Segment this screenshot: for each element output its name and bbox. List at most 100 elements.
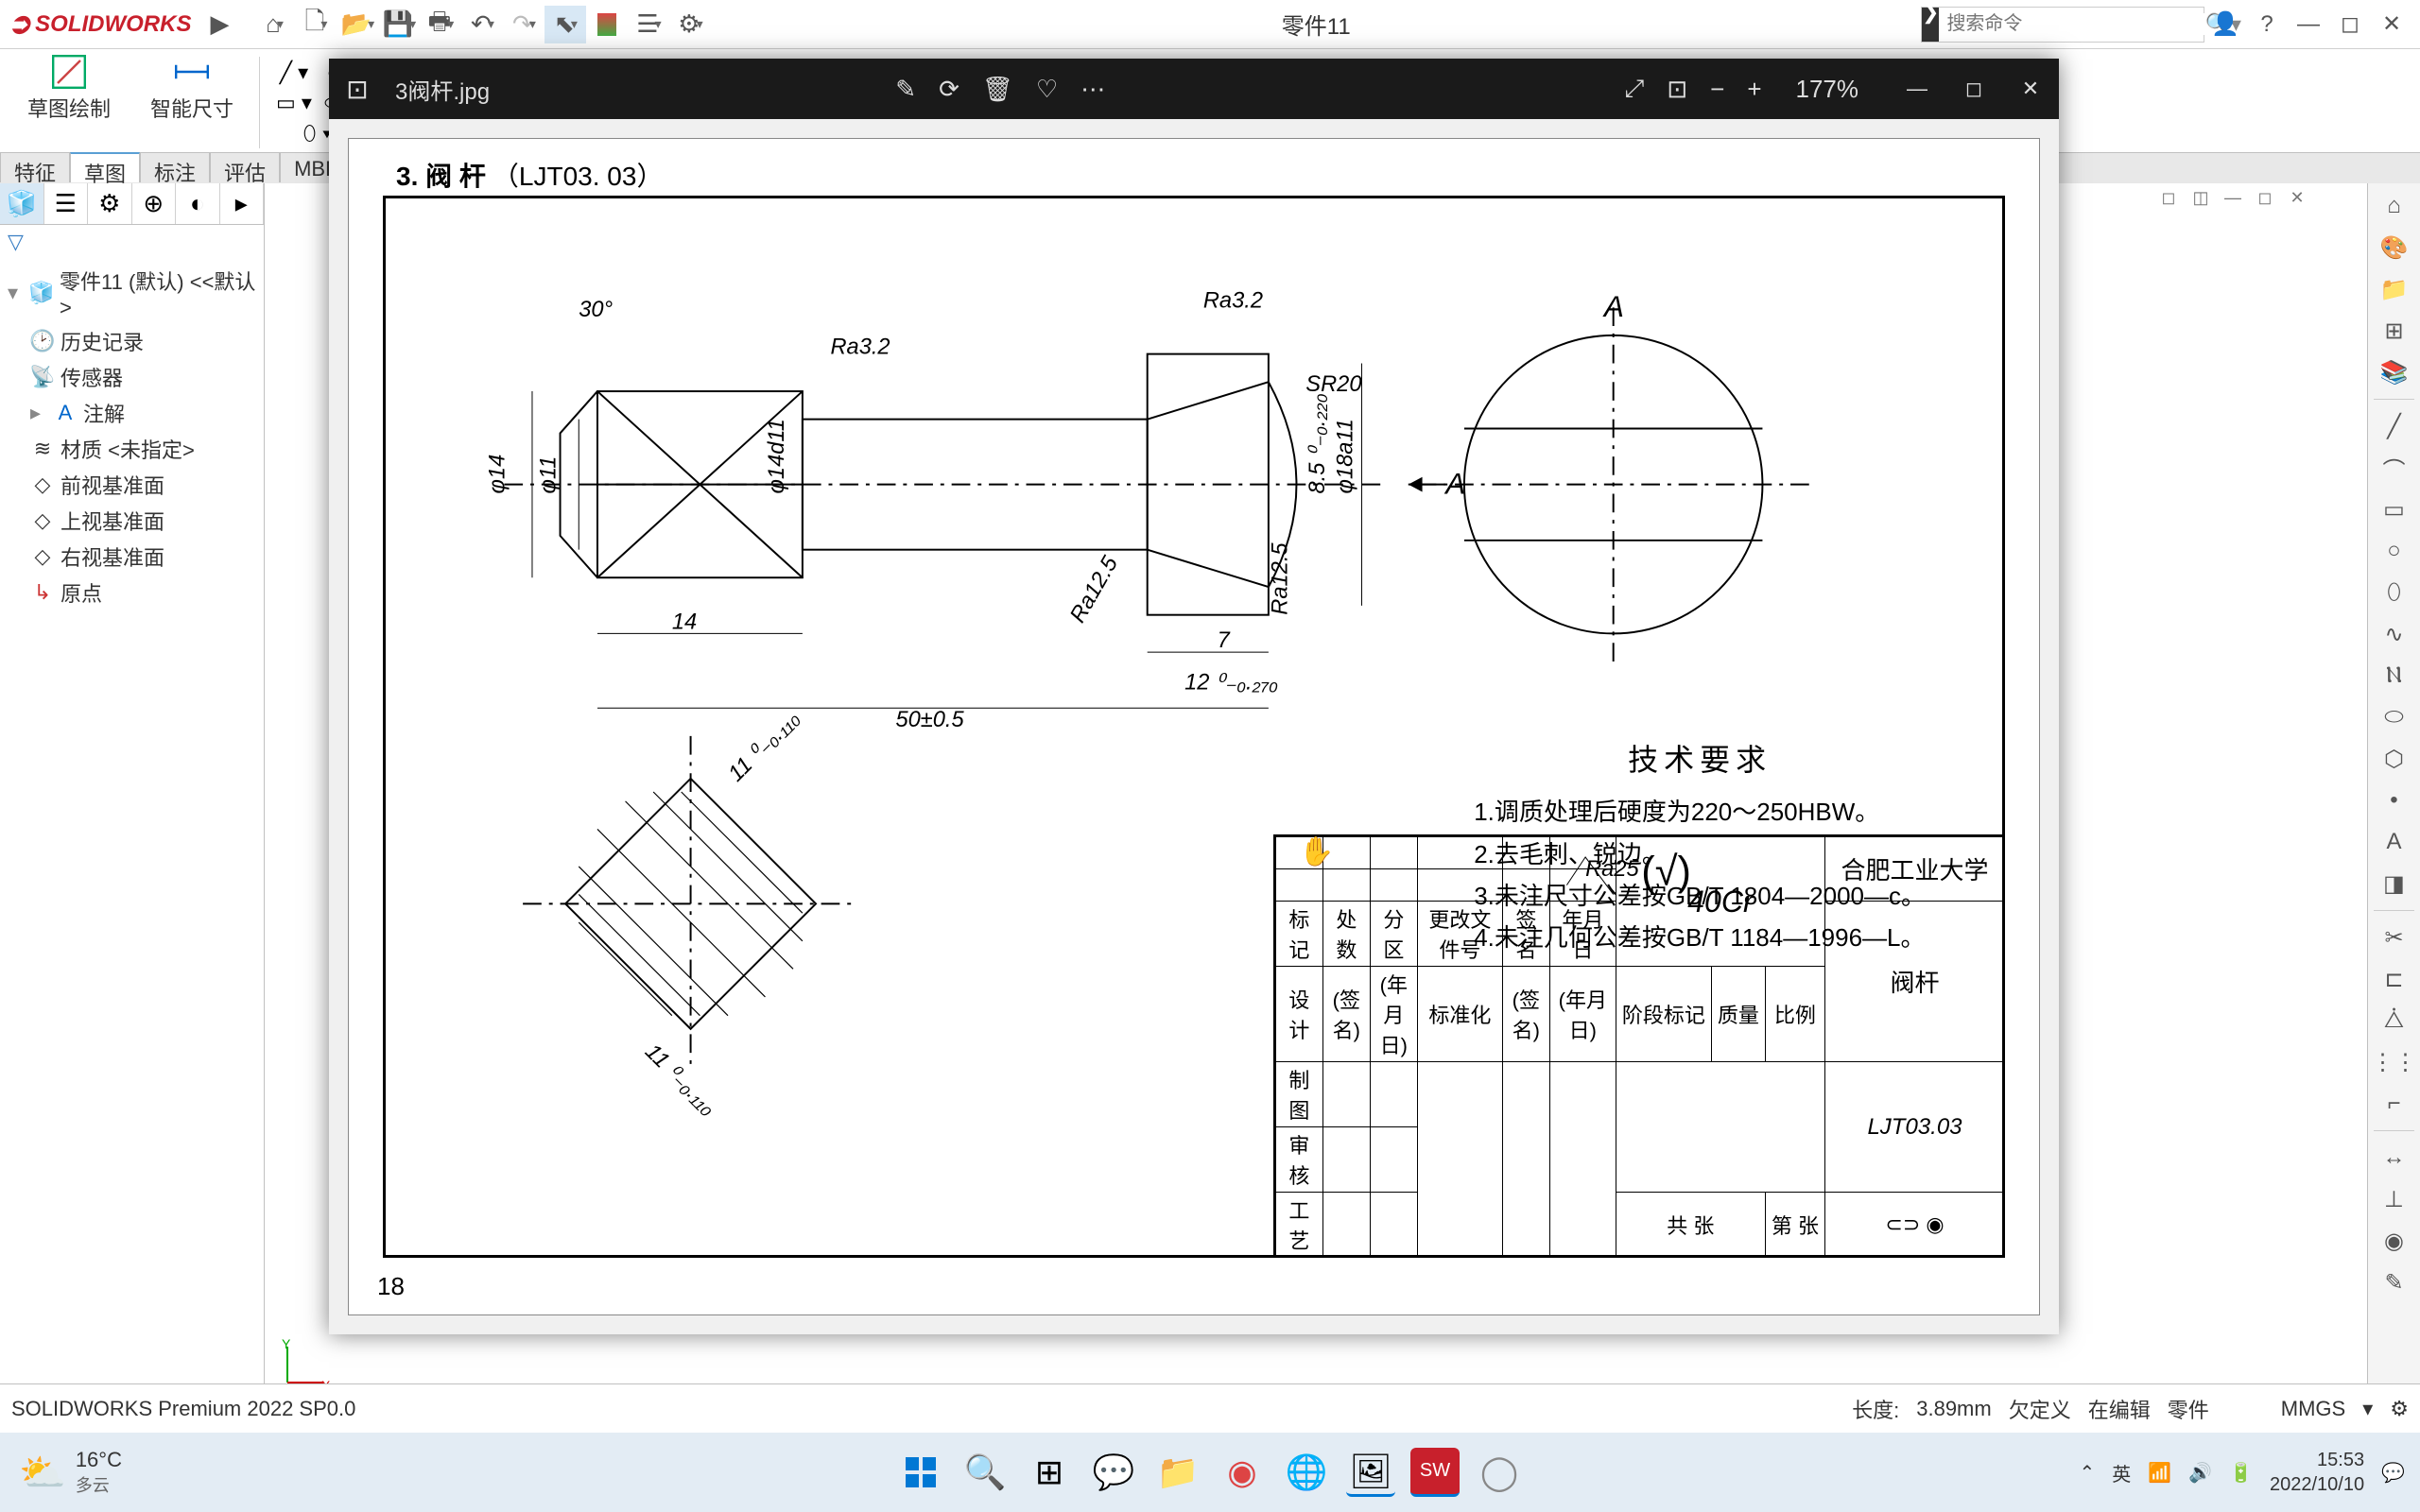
rt-mirror-icon[interactable]: ⧊ <box>2368 1002 2420 1040</box>
rt-dim-icon[interactable]: ↔ <box>2368 1139 2420 1177</box>
image-viewer-content[interactable]: 3. 阀 杆 （LJT03. 03） 18 <box>329 119 2059 1334</box>
rectangle-tool-icon[interactable]: ▭ ▾ <box>275 88 313 118</box>
rt-slot-icon[interactable]: ⬭ <box>2368 698 2420 736</box>
print-icon[interactable]: 🖶 <box>420 6 461 43</box>
tab-annotate[interactable]: 标注 <box>140 152 210 182</box>
property-manager-tab-icon[interactable]: ☰ <box>44 183 89 224</box>
rt-rect-icon[interactable]: ▭ <box>2368 490 2420 528</box>
taskbar-app2-icon[interactable]: ◯ <box>1475 1448 1524 1497</box>
tray-ime-icon[interactable]: 英 <box>2112 1459 2131 1486</box>
taskbar-photos-icon[interactable]: 🖼 <box>1346 1448 1395 1497</box>
taskbar-explorer-icon[interactable]: 📁 <box>1153 1448 1202 1497</box>
rt-3d-icon[interactable]: ◨ <box>2368 865 2420 902</box>
settings-icon[interactable]: ⚙ <box>669 6 711 43</box>
tray-wifi-icon[interactable]: 📶 <box>2148 1461 2171 1485</box>
maximize-icon[interactable]: ◻ <box>2329 6 2371 43</box>
vp-split-icon[interactable]: ◫ <box>2187 183 2214 212</box>
taskbar-app1-icon[interactable]: ◉ <box>1218 1448 1267 1497</box>
user-icon[interactable]: 👤 <box>2204 6 2246 43</box>
status-custom-icon[interactable]: ⚙ <box>2390 1397 2409 1421</box>
search-input[interactable] <box>1939 13 2204 35</box>
tray-chevron-icon[interactable]: ⌃ <box>2080 1461 2096 1485</box>
vp-maximize-icon[interactable]: ◻ <box>2252 183 2278 212</box>
taskbar-solidworks-icon[interactable]: SW <box>1410 1448 1460 1497</box>
iv-edit-icon[interactable]: ✎ <box>895 75 916 104</box>
vp-minimize-icon[interactable]: — <box>2220 183 2246 212</box>
taskbar-clock[interactable]: 15:53 2022/10/10 <box>2270 1448 2364 1497</box>
rt-polygon-icon[interactable]: ⬡ <box>2368 740 2420 778</box>
home-icon[interactable]: ⌂ <box>253 6 295 43</box>
iv-close-icon[interactable]: ✕ <box>2002 66 2059 112</box>
rt-relation-icon[interactable]: ◉ <box>2368 1222 2420 1260</box>
vp-window-icon[interactable]: ◻ <box>2155 183 2182 212</box>
dim-manager-tab-icon[interactable]: ⊕ <box>132 183 177 224</box>
rt-repair-icon[interactable]: ✎ <box>2368 1263 2420 1301</box>
rt-library-icon[interactable]: 📚 <box>2368 353 2420 391</box>
rt-appearance-icon[interactable]: 🎨 <box>2368 229 2420 266</box>
tree-origin[interactable]: ↳原点 <box>4 575 260 610</box>
taskbar-widgets-icon[interactable]: 💬 <box>1089 1448 1138 1497</box>
tab-feature[interactable]: 特征 <box>0 152 70 182</box>
select-icon[interactable]: ⬉ <box>544 6 586 43</box>
feature-tree-tab-icon[interactable]: 🧊 <box>0 183 44 224</box>
iv-zoom-out-icon[interactable]: − <box>1710 75 1724 104</box>
rt-line-icon[interactable]: ╱ <box>2368 407 2420 445</box>
rt-text-icon[interactable]: A <box>2368 823 2420 861</box>
sketch-draw-button[interactable]: 草图绘制 <box>17 53 121 123</box>
run-macro-icon[interactable]: ▶ <box>199 6 240 43</box>
help-icon[interactable]: ? <box>2246 6 2288 43</box>
rt-arc-icon[interactable]: ⌒ <box>2368 449 2420 487</box>
tray-battery-icon[interactable]: 🔋 <box>2229 1461 2253 1485</box>
options-icon[interactable]: ☰ <box>628 6 669 43</box>
rt-folder-icon[interactable]: 📁 <box>2368 270 2420 308</box>
tree-sensors[interactable]: 📡传感器 <box>4 359 260 395</box>
close-icon[interactable]: ✕ <box>2371 6 2412 43</box>
rt-spline-icon[interactable]: ∿ <box>2368 615 2420 653</box>
save-icon[interactable]: 💾 <box>378 6 420 43</box>
iv-fullscreen-icon[interactable]: ⤢ <box>1625 74 1645 104</box>
tree-top-plane[interactable]: ◇上视基准面 <box>4 503 260 539</box>
iv-rotate-icon[interactable]: ⟳ <box>939 75 959 104</box>
undo-icon[interactable]: ↶ <box>461 6 503 43</box>
iv-minimize-icon[interactable]: — <box>1889 66 1945 112</box>
taskbar-edge-icon[interactable]: 🌐 <box>1282 1448 1331 1497</box>
tree-root[interactable]: ▾🧊零件11 (默认) <<默认> <box>4 263 260 323</box>
rt-trim-icon[interactable]: ✂ <box>2368 919 2420 956</box>
tree-annotations[interactable]: ▸A注解 <box>4 395 260 431</box>
rt-home-icon[interactable]: ⌂ <box>2368 187 2420 225</box>
iv-delete-icon[interactable]: 🗑 <box>982 75 1013 104</box>
tab-sketch[interactable]: 草图 <box>70 152 140 182</box>
taskbar-taskview-icon[interactable]: ⊞ <box>1025 1448 1074 1497</box>
new-file-icon[interactable]: 🗋 <box>295 6 337 43</box>
rt-fillet-icon[interactable]: ⌐ <box>2368 1085 2420 1123</box>
rt-ellipse-icon[interactable]: ⬯ <box>2368 574 2420 611</box>
tree-material[interactable]: ≋材质 <未指定> <box>4 431 260 467</box>
iv-zoom-in-icon[interactable]: + <box>1747 75 1761 104</box>
display-manager-tab-icon[interactable]: ◐ <box>176 183 220 224</box>
status-units[interactable]: MMGS <box>2281 1397 2345 1421</box>
command-search[interactable]: ❯_ 🔍 ▾ <box>1921 7 2204 43</box>
vp-close-icon[interactable]: ✕ <box>2284 183 2310 212</box>
redo-icon[interactable]: ↷ <box>503 6 544 43</box>
iv-favorite-icon[interactable]: ♡ <box>1036 75 1058 104</box>
tab-evaluate[interactable]: 评估 <box>210 152 280 182</box>
rt-spline2-icon[interactable]: Ⲛ <box>2368 657 2420 695</box>
iv-fit-icon[interactable]: ⊡ <box>1667 75 1687 104</box>
tray-notifications-icon[interactable]: 💬 <box>2381 1461 2405 1485</box>
config-manager-tab-icon[interactable]: ⚙ <box>88 183 132 224</box>
rt-constraint-icon[interactable]: ⊥ <box>2368 1180 2420 1218</box>
minimize-icon[interactable]: — <box>2288 6 2329 43</box>
taskbar-weather[interactable]: ⛅ 16°C 多云 <box>0 1448 141 1497</box>
status-units-dd-icon[interactable]: ▾ <box>2362 1397 2373 1421</box>
rt-point-icon[interactable]: • <box>2368 782 2420 819</box>
line-tool-icon[interactable]: ╱ ▾ <box>275 58 313 88</box>
rt-circle-icon[interactable]: ○ <box>2368 532 2420 570</box>
iv-more-icon[interactable]: ⋯ <box>1080 75 1105 104</box>
tray-volume-icon[interactable]: 🔊 <box>2188 1461 2212 1485</box>
taskbar-search-icon[interactable]: 🔍 <box>960 1448 1010 1497</box>
smart-dimension-button[interactable]: 智能尺寸 <box>140 53 244 123</box>
rebuild-icon[interactable] <box>586 6 628 43</box>
more-tab-icon[interactable]: ▸ <box>220 183 265 224</box>
rt-pattern-icon[interactable]: ⋮⋮ <box>2368 1043 2420 1081</box>
rt-offset-icon[interactable]: ⊏ <box>2368 960 2420 998</box>
